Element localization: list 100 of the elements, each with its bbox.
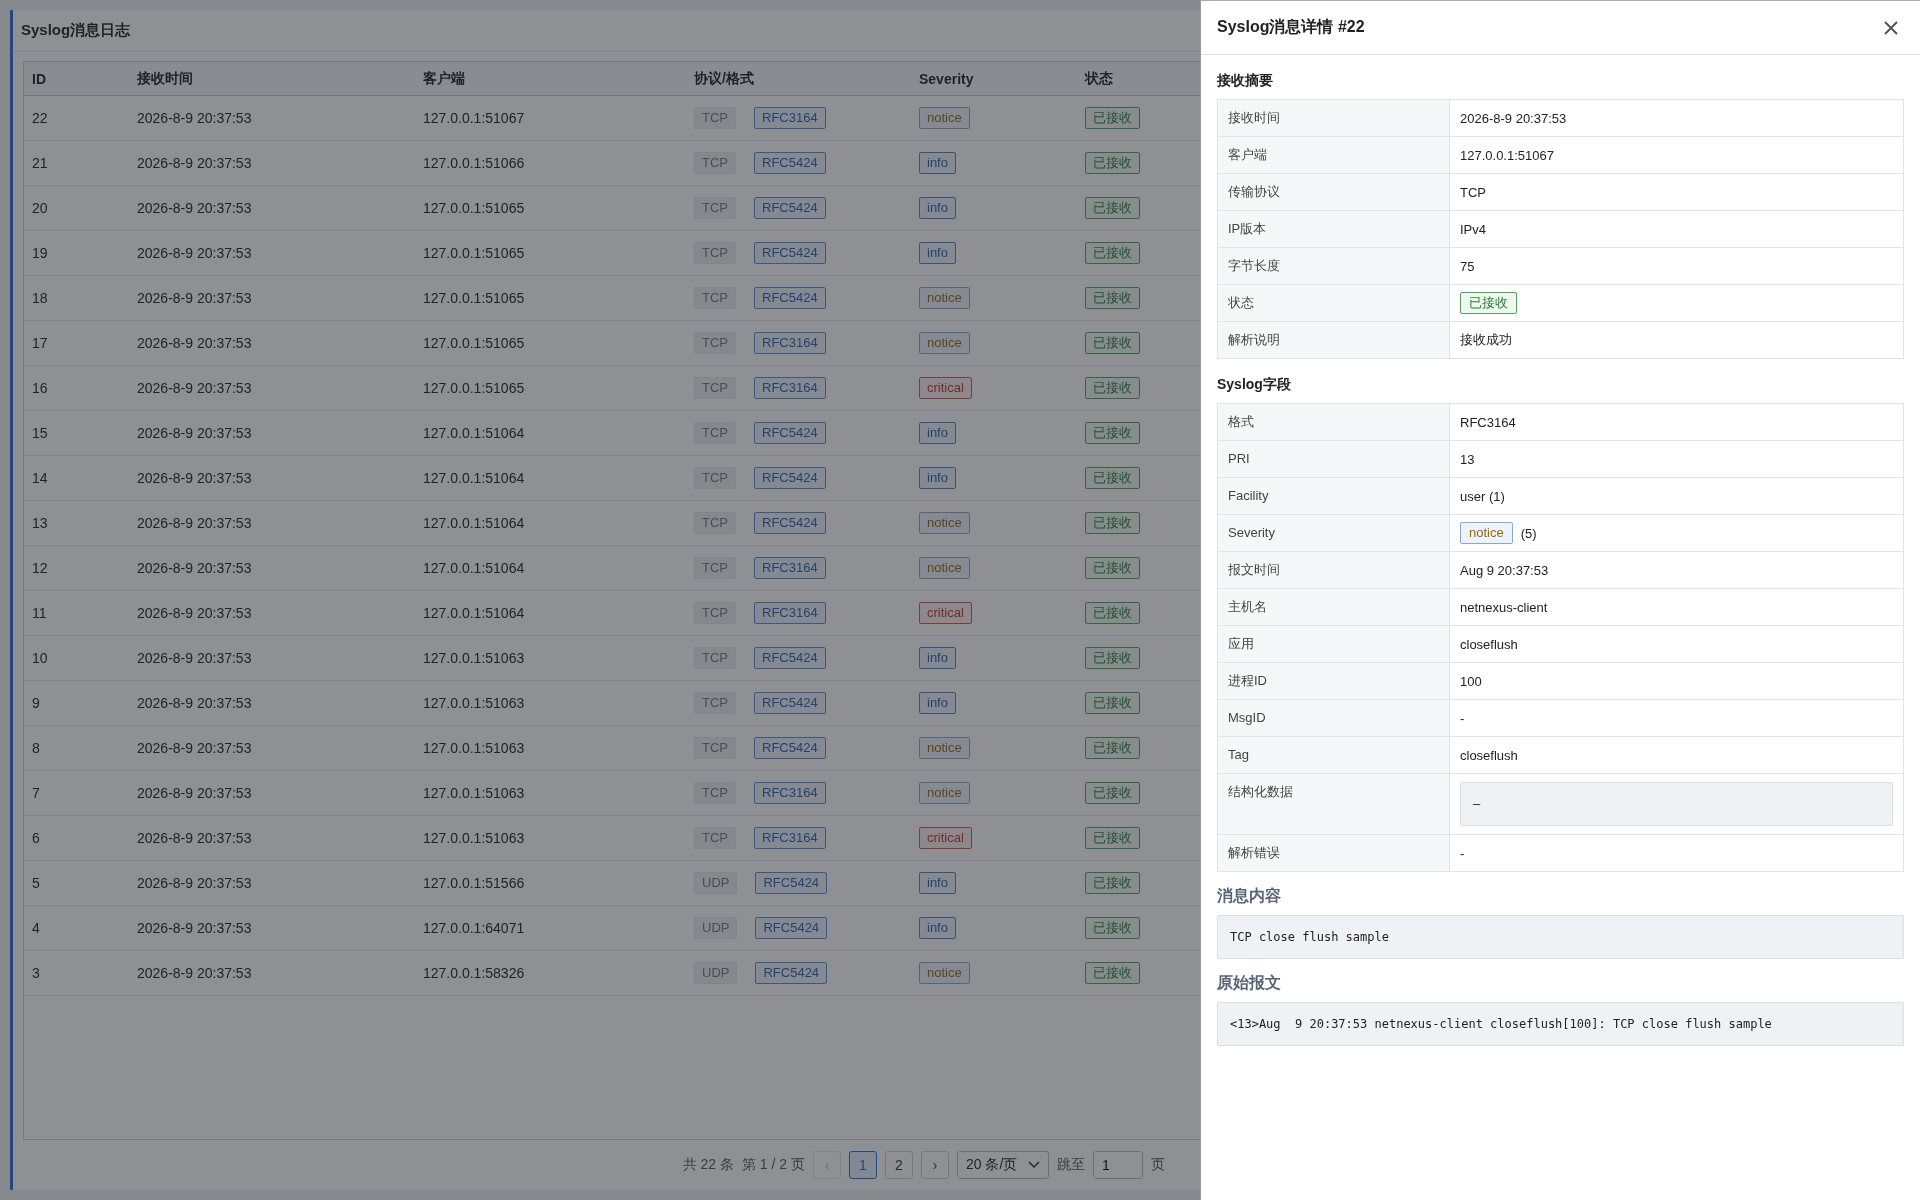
field-label: IP版本 (1218, 211, 1450, 247)
format-tag: RFC3164 (754, 107, 826, 129)
status-tag: 已接收 (1085, 782, 1140, 804)
protocol-tag: TCP (694, 332, 736, 354)
format-tag: RFC5424 (754, 512, 826, 534)
table-cell-text: 2026-8-9 20:37:53 (136, 560, 253, 576)
field-label: 主机名 (1218, 589, 1450, 625)
status-tag: 已接收 (1085, 692, 1140, 714)
field-label: 结构化数据 (1218, 774, 1450, 834)
protocol-tag: TCP (694, 287, 736, 309)
status-tag: 已接收 (1085, 872, 1140, 894)
field-value: closeflush (1459, 746, 1519, 765)
severity-tag: notice (1460, 522, 1513, 544)
status-tag: 已接收 (1085, 287, 1140, 309)
table-cell-text: 2026-8-9 20:37:53 (136, 875, 253, 891)
field-label: 报文时间 (1218, 552, 1450, 588)
protocol-tag: TCP (694, 557, 736, 579)
table-cell-text: 127.0.0.1:51063 (422, 830, 526, 846)
format-tag: RFC3164 (754, 377, 826, 399)
severity-tag: notice (919, 782, 970, 804)
jump-input[interactable]: 1 (1093, 1151, 1143, 1179)
code-block: <13>Aug 9 20:37:53 netnexus-client closeflush[100]: TCP close flush sample (1217, 1002, 1904, 1046)
table-cell-text: 22 (31, 110, 49, 126)
next-page-button[interactable]: › (921, 1151, 949, 1179)
severity-tag: notice (919, 557, 970, 579)
table-cell-text: 2026-8-9 20:37:53 (136, 650, 253, 666)
status-tag: 已接收 (1085, 827, 1140, 849)
table-cell-text: 127.0.0.1:58326 (422, 965, 526, 981)
severity-code: (5) (1520, 525, 1537, 541)
close-icon[interactable] (1884, 20, 1898, 35)
severity-tag: notice (919, 962, 970, 984)
protocol-tag: TCP (694, 647, 736, 669)
table-cell-text: 127.0.0.1:64071 (422, 920, 526, 936)
severity-tag: critical (919, 602, 972, 624)
field-label: 客户端 (1218, 137, 1450, 173)
severity-tag: info (919, 467, 956, 489)
field-value: RFC3164 (1459, 413, 1517, 432)
field-value: Aug 9 20:37:53 (1459, 561, 1550, 580)
format-tag: RFC3164 (754, 782, 826, 804)
status-tag: 已接收 (1085, 467, 1140, 489)
protocol-tag: TCP (694, 377, 736, 399)
table-cell-text: 3 (31, 965, 41, 981)
table-cell-text: 127.0.0.1:51063 (422, 785, 526, 801)
format-tag: RFC5424 (755, 962, 828, 984)
format-tag: RFC5424 (754, 647, 826, 669)
protocol-tag: TCP (694, 827, 736, 849)
protocol-tag: UDP (694, 917, 738, 939)
format-tag: RFC5424 (754, 737, 826, 759)
severity-tag: info (919, 647, 956, 669)
format-tag: RFC5424 (754, 422, 826, 444)
page-button[interactable]: 2 (885, 1151, 913, 1179)
format-tag: RFC5424 (754, 467, 826, 489)
section-title: 接收摘要 (1217, 71, 1274, 90)
field-label: Facility (1218, 478, 1450, 514)
table-cell-text: 2026-8-9 20:37:53 (136, 920, 253, 936)
severity-tag: notice (919, 737, 970, 759)
table-cell-text: 15 (31, 425, 49, 441)
code-block: – (1460, 782, 1893, 826)
page-suffix: 页 (1151, 1156, 1165, 1174)
format-tag: RFC5424 (754, 152, 826, 174)
field-value: closeflush (1459, 635, 1519, 654)
table-cell-text: 13 (31, 515, 49, 531)
field-label: 状态 (1218, 285, 1450, 321)
field-label: 接收时间 (1218, 100, 1450, 136)
status-tag: 已接收 (1085, 917, 1140, 939)
format-tag: RFC5424 (754, 197, 826, 219)
table-cell-text: 9 (31, 695, 41, 711)
column-header: 状态 (1083, 69, 1114, 88)
status-tag: 已接收 (1085, 647, 1140, 669)
table-cell-text: 127.0.0.1:51566 (422, 875, 526, 891)
format-tag: RFC5424 (754, 287, 826, 309)
table-cell-text: 2026-8-9 20:37:53 (136, 740, 253, 756)
table-cell-text: 7 (31, 785, 41, 801)
field-label: 格式 (1218, 404, 1450, 440)
table-cell-text: 6 (31, 830, 41, 846)
format-tag: RFC5424 (755, 917, 828, 939)
table-cell-text: 21 (31, 155, 49, 171)
status-tag: 已接收 (1460, 292, 1517, 314)
field-value: 2026-8-9 20:37:53 (1459, 109, 1568, 128)
status-tag: 已接收 (1085, 512, 1140, 534)
field-label: Severity (1218, 515, 1450, 551)
table-cell-text: 4 (31, 920, 41, 936)
status-tag: 已接收 (1085, 422, 1140, 444)
field-value: 接收成功 (1459, 331, 1513, 349)
table-cell-text: 20 (31, 200, 49, 216)
table-cell-text: 127.0.0.1:51063 (422, 650, 526, 666)
field-value: - (1459, 844, 1466, 863)
status-tag: 已接收 (1085, 107, 1140, 129)
table-cell-text: 12 (31, 560, 49, 576)
severity-tag: critical (919, 377, 972, 399)
severity-tag: notice (919, 107, 970, 129)
table-cell-text: 127.0.0.1:51066 (422, 155, 526, 171)
field-label: 字节长度 (1218, 248, 1450, 284)
table-cell-text: 16 (31, 380, 49, 396)
total-count: 共 22 条 (682, 1156, 734, 1174)
column-header: 接收时间 (136, 69, 194, 88)
page-size-select[interactable]: 20 条/页 (957, 1151, 1049, 1179)
format-tag: RFC5424 (754, 242, 826, 264)
column-header: 客户端 (422, 69, 466, 88)
table-cell-text: 19 (31, 245, 49, 261)
